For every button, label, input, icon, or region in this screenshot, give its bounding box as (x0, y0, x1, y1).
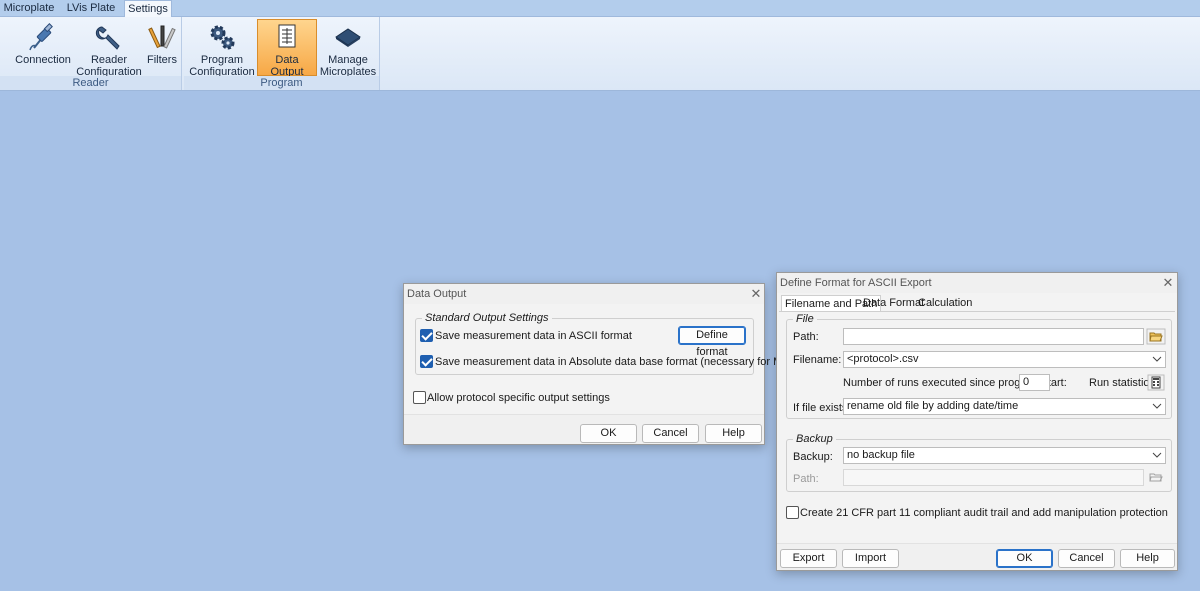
if-file-exists-select[interactable]: rename old file by adding date/time (843, 398, 1166, 415)
cancel-button[interactable]: Cancel (1058, 549, 1115, 568)
ascii-export-footer (777, 543, 1177, 570)
ascii-format-label: Save measurement data in ASCII format (435, 330, 632, 342)
backup-path-label: Path: (793, 473, 819, 485)
backup-browse-button[interactable] (1146, 469, 1166, 486)
browse-folder-button[interactable] (1146, 328, 1166, 345)
if-file-exists-label: If file exists: (793, 402, 851, 414)
ascii-format-checkbox[interactable] (420, 329, 433, 342)
reader-group-label: Reader (0, 76, 181, 90)
reader-group: Connection Reader Configuration Filters … (0, 17, 182, 90)
microplate-icon (335, 28, 361, 47)
ascii-export-dialog: Define Format for ASCII Export ✕ Filenam… (776, 272, 1178, 571)
tab-lvis-plate[interactable]: LVis Plate (62, 0, 120, 17)
ascii-export-title: Define Format for ASCII Export (777, 273, 1177, 293)
close-icon[interactable]: ✕ (749, 287, 763, 301)
file-legend: File (793, 313, 817, 325)
ribbon-tab-bar: Microplate LVis Plate Settings (0, 0, 1200, 18)
define-format-button[interactable]: Define format (678, 326, 746, 358)
manage-microplates-label-1: Manage (328, 54, 368, 66)
absolute-format-checkbox[interactable] (420, 355, 433, 368)
filename-value: <protocol>.csv (847, 353, 919, 365)
filters-icon (148, 25, 176, 49)
tab-divider (779, 311, 1175, 312)
chevron-down-icon (1152, 452, 1162, 458)
calculator-icon (1147, 374, 1165, 391)
gears-icon (210, 25, 235, 50)
help-button[interactable]: Help (1120, 549, 1175, 568)
cfr-audit-trail-checkbox[interactable] (786, 506, 799, 519)
data-output-dialog: Data Output ✕ Standard Output Settings S… (403, 283, 809, 445)
tab-calculation[interactable]: Calculation (915, 295, 975, 311)
run-statistics-button[interactable] (1147, 374, 1165, 391)
help-button[interactable]: Help (705, 424, 762, 443)
program-configuration-label-1: Program (200, 54, 244, 66)
reader-configuration-button[interactable]: Reader Configuration (75, 20, 143, 78)
ribbon: Connection Reader Configuration Filters … (0, 17, 1200, 91)
manage-microplates-button[interactable]: Manage Microplates (318, 20, 378, 78)
wrench-icon (95, 26, 120, 50)
data-sheet-icon (278, 24, 296, 48)
protocol-specific-label: Allow protocol specific output settings (427, 392, 610, 404)
folder-open-icon (1149, 473, 1163, 482)
close-icon[interactable]: ✕ (1161, 276, 1175, 290)
overflow-button[interactable] (0, 20, 4, 76)
path-label: Path: (793, 331, 819, 343)
cfr-audit-trail-label: Create 21 CFR part 11 compliant audit tr… (800, 507, 1168, 519)
backup-value: no backup file (847, 449, 915, 461)
import-button[interactable]: Import (842, 549, 899, 568)
path-input[interactable] (843, 328, 1144, 345)
tab-settings[interactable]: Settings (124, 0, 172, 18)
if-file-exists-value: rename old file by adding date/time (847, 400, 1019, 412)
program-configuration-button[interactable]: Program Configuration (188, 20, 256, 78)
backup-select[interactable]: no backup file (843, 447, 1166, 464)
export-button[interactable]: Export (780, 549, 837, 568)
chevron-down-icon (1152, 403, 1162, 409)
data-output-button[interactable]: Data Output (257, 19, 317, 78)
folder-icon (1146, 328, 1166, 345)
connection-button[interactable]: Connection (14, 20, 72, 76)
ok-button[interactable]: OK (996, 549, 1053, 568)
program-group: Program Configuration Data Output Manage (184, 17, 380, 90)
standard-output-settings-legend: Standard Output Settings (422, 312, 552, 324)
data-output-title: Data Output (404, 284, 764, 304)
absolute-format-label: Save measurement data in Absolute data b… (435, 356, 809, 368)
reader-configuration-label-1: Reader (90, 54, 128, 66)
data-output-label-1: Data (275, 54, 299, 66)
program-group-label: Program (184, 76, 379, 90)
filters-button[interactable]: Filters (144, 20, 180, 76)
chevron-down-icon (1152, 356, 1162, 362)
backup-label: Backup: (793, 451, 833, 463)
usb-plug-icon (29, 23, 53, 51)
tab-microplate[interactable]: Microplate (0, 0, 58, 17)
runs-value: 0 (1019, 374, 1050, 391)
protocol-specific-checkbox[interactable] (413, 391, 426, 404)
filters-label: Filters (147, 54, 177, 66)
backup-legend: Backup (793, 433, 836, 445)
ok-button[interactable]: OK (580, 424, 637, 443)
backup-path-input[interactable] (843, 469, 1144, 486)
connection-label: Connection (15, 54, 71, 66)
cancel-button[interactable]: Cancel (642, 424, 699, 443)
filename-label: Filename: (793, 354, 842, 366)
filename-select[interactable]: <protocol>.csv (843, 351, 1166, 368)
